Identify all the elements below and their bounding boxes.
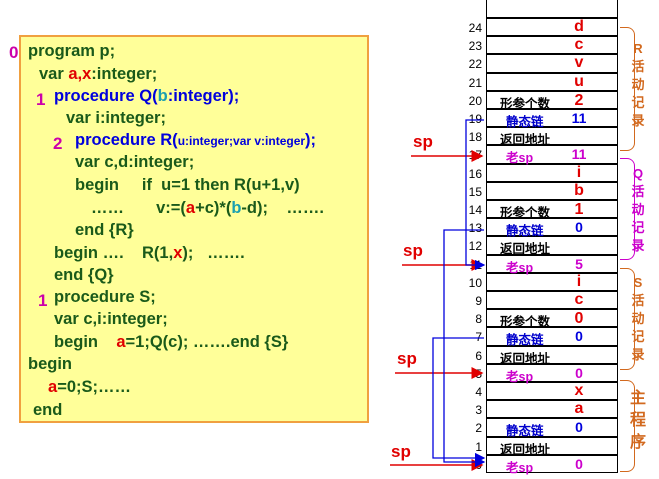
code-line-main-body: a=0;S;…… [48, 378, 131, 396]
q-record-label: Q活动记录 [631, 166, 645, 253]
stack-index: 0 [475, 457, 482, 472]
stack-cell-value: 0 [575, 219, 583, 236]
stack-cell [486, 72, 618, 91]
stack-cell-label: 老sp [506, 460, 534, 475]
stack-cell-value: 0 [574, 310, 584, 328]
stack-cell-value: i [576, 163, 582, 181]
stack-cell-value: c [574, 291, 584, 308]
main-record-label: 主程序 [630, 390, 647, 451]
stack-cell [486, 181, 618, 200]
code-line-body-s: begin a=1;Q(c); …….end {S} [54, 333, 289, 351]
stack-index: 17 [468, 148, 482, 163]
stack-cell-value: 0 [575, 419, 583, 436]
code-line-procedure-q: procedure Q(b:integer); [54, 87, 240, 105]
stack-cell [486, 18, 618, 37]
stack-cell-value: 0 [575, 364, 583, 381]
stack-cell-value: i [576, 272, 582, 290]
stack-cell-value: 0 [575, 455, 583, 472]
stack-cell-label: 返回地址 [500, 442, 551, 457]
stack-index: 14 [468, 203, 482, 217]
code-line-end-main: end [33, 401, 63, 419]
code-line-begin-q: begin …. R(1,x); ……. [54, 244, 245, 262]
stack-index: 8 [475, 312, 482, 327]
stack-index: 18 [468, 130, 482, 145]
stack-cell-label: 形参个数 [500, 206, 551, 220]
stack-cell [486, 291, 618, 310]
code-line-var-s: var c,i:integer; [54, 310, 168, 328]
stack-top-open [486, 0, 618, 18]
stack-cell-value: x [574, 382, 584, 399]
sp-label-s: sp [397, 349, 417, 368]
stack-cell-label: 形参个数 [500, 315, 551, 330]
code-line-var-main: var a,x:integer; [39, 65, 158, 83]
stack-index: 16 [468, 166, 482, 181]
stack-cell-label: 返回地址 [500, 351, 551, 366]
stack-cell-value: d [574, 18, 584, 35]
stack-index: 15 [468, 184, 482, 199]
stack-index: 3 [475, 403, 482, 418]
stack-cell [486, 36, 618, 55]
stack-index: 13 [468, 221, 482, 236]
stack-cell-label: 返回地址 [500, 242, 551, 257]
stack-cell-value: 11 [571, 146, 587, 163]
stack-cell-value: 0 [575, 328, 583, 345]
stack-index: 2 [475, 421, 482, 436]
stack-cell-label: 静态链 [506, 115, 544, 129]
level-1-label: 1 [36, 90, 46, 109]
stack-cell-label: 形参个数 [500, 96, 551, 111]
stack-index: 24 [468, 21, 482, 35]
stack-index: 21 [468, 75, 482, 90]
code-line-procedure-s: procedure S; [54, 288, 156, 306]
stack-cell-value: b [574, 181, 584, 199]
code-line-end-q: end {Q} [54, 266, 114, 284]
level-2-label: 2 [53, 134, 63, 153]
stack-cell-label: 老sp [506, 151, 534, 166]
stack-cell-value: a [574, 400, 584, 418]
stack-cell-label: 老sp [506, 260, 534, 275]
stack-cell [486, 400, 618, 419]
level-1-label-s: 1 [38, 291, 48, 310]
code-line-assign-v: …… v:=(a+c)*(b-d); ……. [91, 199, 324, 217]
sp-label-main: sp [391, 442, 411, 461]
stack-cell-label: 静态链 [506, 424, 544, 439]
stack-cell-value: 2 [574, 91, 584, 109]
stack-cell-value: u [574, 72, 584, 90]
stack-index: 22 [468, 57, 482, 72]
stack-cell-value: 5 [575, 255, 583, 272]
code-line-begin-r: begin if u=1 then R(u+1,v) [75, 176, 300, 194]
stack-index: 12 [468, 239, 482, 254]
stack-cell-value: c [574, 36, 584, 54]
level-0-label: 0 [9, 43, 19, 62]
code-line-var-q: var i:integer; [66, 109, 166, 127]
stack-index: 11 [469, 257, 482, 272]
code-panel: 0 program p; var a,x:integer; 1 procedur… [9, 35, 369, 423]
code-line-var-r: var c,d:integer; [75, 153, 195, 171]
stack-cell-value: v [574, 54, 584, 72]
sp-label-r: sp [413, 132, 433, 151]
stack-index: 10 [468, 275, 482, 290]
stack-index: 5 [475, 366, 482, 381]
code-line-procedure-r: procedure R(u:integer;var v:integer); [75, 131, 317, 149]
stack-cell-value: 11 [571, 110, 587, 126]
stack-cell [486, 54, 618, 73]
stack-cell-value: 1 [574, 201, 584, 218]
code-line-begin-main: begin [28, 355, 72, 373]
stack-index: 9 [475, 294, 482, 308]
stack-index: 6 [475, 348, 482, 363]
stack-index: 19 [468, 112, 482, 126]
stack-index: 4 [475, 385, 482, 399]
stack-cell-label: 老sp [506, 369, 534, 384]
r-record-label: R活动记录 [631, 41, 645, 128]
s-record-label: S活动记录 [631, 275, 645, 362]
code-line-program: program p; [28, 42, 116, 60]
stack-index: 20 [468, 93, 482, 108]
stack-index: 7 [475, 330, 482, 345]
code-line-end-r: end {R} [75, 221, 134, 239]
stack-cell-label: 返回地址 [500, 133, 551, 148]
stack-cell-label: 静态链 [506, 333, 544, 348]
sp-label-q: sp [403, 241, 423, 260]
stack-cell-label: 静态链 [506, 224, 544, 239]
stack-index: 23 [468, 39, 482, 54]
stack-index: 1 [475, 439, 482, 454]
